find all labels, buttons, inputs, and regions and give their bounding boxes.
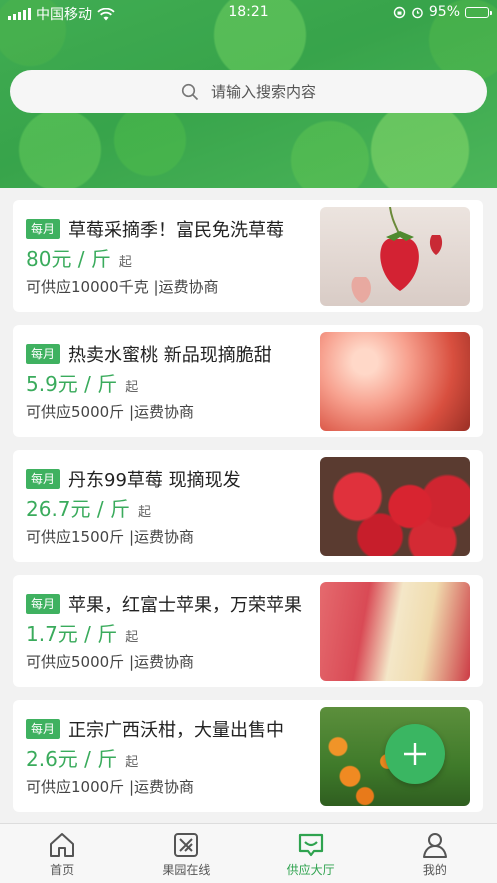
tab-home[interactable]: 首页 [0,824,124,883]
home-icon [50,833,75,857]
bottom-tab-bar: 首页 果园在线 供应大厅 我的 [0,823,497,883]
product-supply-info: 可供应1500斤 |运费协商 [26,528,194,546]
product-title: 正宗广西沃柑，大量出售中 [68,720,285,741]
status-bar: 中国移动 18:21 95% [0,0,497,26]
peach-image [320,332,470,431]
product-card[interactable]: 每月 苹果，红富士苹果，万荣苹果 1.7元 / 斤起 可供应5000斤 |运费协商 [13,575,483,687]
battery-icon [465,6,492,18]
tab-supply-hall-label: 供应大厅 [286,863,335,877]
product-supply-info: 可供应10000千克 |运费协商 [26,278,219,296]
price-suffix: 起 [125,380,139,395]
product-card[interactable]: 每月 丹东99草莓 现摘现发 26.7元 / 斤起 可供应1500斤 |运费协商 [13,450,483,562]
frequency-badge: 每月 [26,344,61,364]
product-title: 热卖水蜜桃 新品现摘脆甜 [68,345,272,366]
apple-image [320,582,470,681]
product-supply-info: 可供应5000斤 |运费协商 [26,653,194,671]
product-card[interactable]: 每月 草莓采摘季！富民免洗草莓 80元 / 斤起 可供应10000千克 |运费协商 [13,200,483,312]
supply-hall-icon [298,833,323,857]
profile-icon [422,833,447,858]
tab-orchard-label: 果园在线 [162,863,211,877]
product-title: 苹果，红富士苹果，万荣苹果 [68,595,303,616]
tab-profile-label: 我的 [422,863,447,877]
frequency-badge: 每月 [26,594,61,614]
tab-home-label: 首页 [50,863,75,877]
product-price: 80元 / 斤 [26,247,111,271]
alarm-icon [412,7,423,18]
search-input[interactable]: 请输入搜索内容 [10,70,487,113]
product-price: 5.9元 / 斤 [26,372,118,396]
product-supply-info: 可供应5000斤 |运费协商 [26,403,194,421]
price-suffix: 起 [118,255,132,270]
add-button[interactable] [385,724,445,784]
frequency-badge: 每月 [26,469,61,489]
rotation-lock-icon [393,6,406,18]
search-icon [181,83,199,100]
product-price: 2.6元 / 斤 [26,747,118,771]
frequency-badge: 每月 [26,719,61,739]
product-supply-info: 可供应1000斤 |运费协商 [26,778,194,796]
product-card[interactable]: 每月 热卖水蜜桃 新品现摘脆甜 5.9元 / 斤起 可供应5000斤 |运费协商 [13,325,483,437]
search-placeholder: 请输入搜索内容 [210,83,316,101]
orchard-icon [174,833,199,857]
strawberry-on-vine-image [320,207,470,306]
price-suffix: 起 [125,755,139,770]
tab-orchard[interactable]: 果园在线 [124,824,248,883]
price-suffix: 起 [125,630,139,645]
product-price: 1.7元 / 斤 [26,622,118,646]
product-title: 草莓采摘季！富民免洗草莓 [68,220,285,241]
strawberries-image [320,457,470,556]
product-price: 26.7元 / 斤 [26,497,130,521]
tab-profile[interactable]: 我的 [373,824,497,883]
product-title: 丹东99草莓 现摘现发 [68,470,241,491]
plus-icon [404,743,426,765]
price-suffix: 起 [137,505,151,520]
frequency-badge: 每月 [26,219,61,239]
battery-percent: 95% [428,4,460,20]
tab-supply-hall[interactable]: 供应大厅 [249,824,373,883]
